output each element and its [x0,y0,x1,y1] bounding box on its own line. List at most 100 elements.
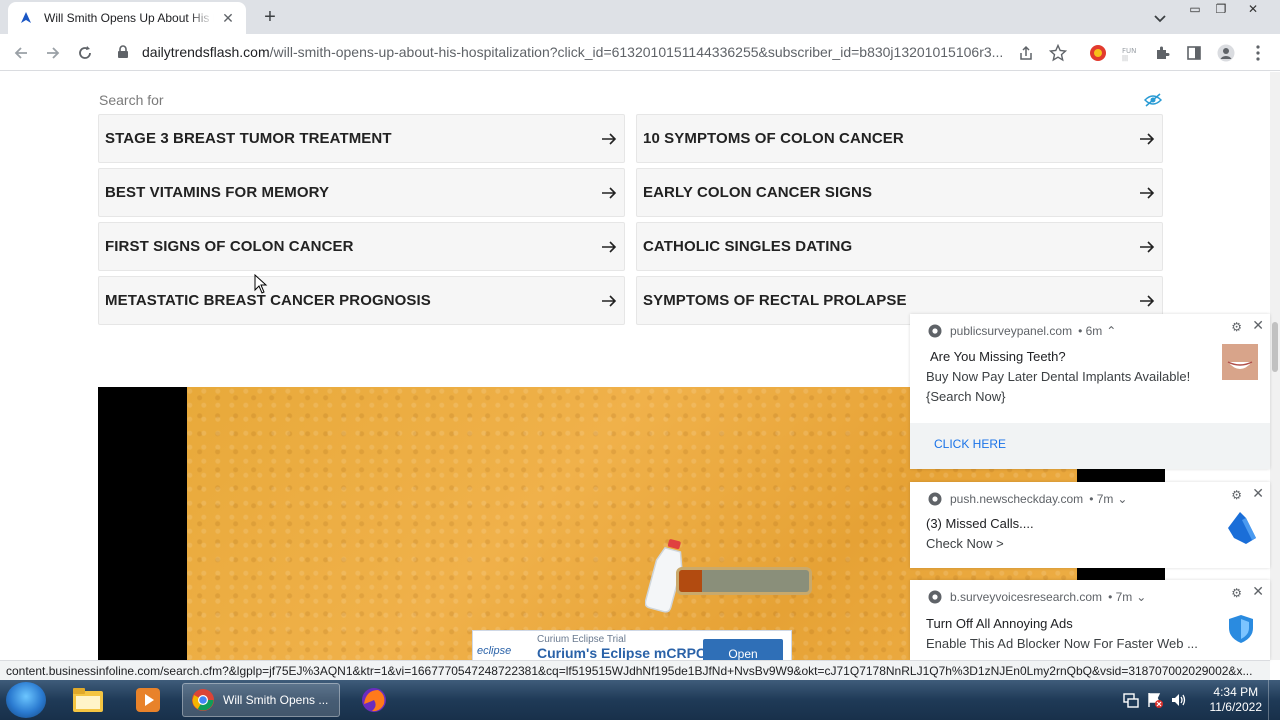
notification-body: Check Now > [926,536,1004,551]
search-result-item[interactable]: 10 SYMPTOMS OF COLON CANCER [636,114,1163,163]
start-button[interactable] [6,682,46,718]
forward-button[interactable] [40,40,66,66]
tab-title: Will Smith Opens Up About His Hospitaliz… [44,11,214,25]
chevron-down-icon[interactable]: ⌄ [1136,590,1146,604]
extensions-puzzle-icon[interactable] [1152,43,1172,63]
tab-active[interactable]: Will Smith Opens Up About His Hospitaliz… [8,2,246,34]
notification-close-icon[interactable]: ✕ [1252,583,1264,600]
media-player-taskbar-button[interactable] [126,683,170,717]
share-icon[interactable] [1016,43,1036,63]
notification-close-icon[interactable]: ✕ [1252,485,1264,502]
notification-header: publicsurveypanel.com • 6m ⌃ [928,324,1116,338]
media-player-icon [136,688,160,712]
notification-header: b.surveyvoicesresearch.com • 7m ⌄ [928,590,1146,604]
extension-fun-icon[interactable]: FUN ||| [1120,43,1140,63]
arrow-right-icon [47,47,60,59]
adchoices-eye-icon[interactable] [1143,93,1163,112]
menu-kebab-icon[interactable] [1248,43,1268,63]
search-result-label: BEST VITAMINS FOR MEMORY [105,184,330,201]
explorer-taskbar-button[interactable] [66,683,110,717]
search-for-label: Search for [99,92,164,108]
chrome-icon [928,324,942,338]
chrome-icon [928,590,942,604]
lock-icon[interactable] [117,45,129,64]
taskbar-clock[interactable]: 4:34 PM 11/6/2022 [1210,685,1263,715]
browser-toolbar: dailytrendsflash.com/will-smith-opens-up… [0,34,1280,71]
arrow-right-icon [602,132,617,145]
profile-avatar-icon[interactable] [1216,43,1236,63]
notification-title: Turn Off All Annoying Ads [926,616,1073,631]
arrow-left-icon [14,47,27,59]
side-panel-icon[interactable] [1184,43,1204,63]
minimize-button[interactable]: ▭ [1184,2,1206,18]
search-result-label: STAGE 3 BREAST TUMOR TREATMENT [105,130,392,147]
restore-button[interactable]: ❐ [1210,2,1232,18]
search-result-label: FIRST SIGNS OF COLON CANCER [105,238,354,255]
notification-card[interactable]: b.surveyvoicesresearch.com • 7m ⌄ ⚙ ✕ Tu… [910,580,1270,660]
notification-source: publicsurveypanel.com [950,324,1073,338]
chrome-taskbar-button[interactable]: Will Smith Opens ... [182,683,340,717]
status-bar-url: content.businessinfoline.com/search.cfm?… [0,660,1270,680]
notification-source: b.surveyvoicesresearch.com [950,590,1103,604]
notification-title: Are You Missing Teeth? [930,349,1066,364]
clock-date: 11/6/2022 [1209,700,1263,714]
back-button[interactable] [8,40,34,66]
chrome-taskbar-label: Will Smith Opens ... [223,693,329,707]
notification-settings-icon[interactable]: ⚙ [1231,586,1242,600]
notification-settings-icon[interactable]: ⚙ [1231,488,1242,502]
chrome-icon [928,492,942,506]
network-icon[interactable] [1122,691,1140,709]
notification-body: {Search Now} [926,389,1006,404]
notification-header: push.newscheckday.com • 7m ⌄ [928,492,1127,506]
chevron-down-icon[interactable]: ⌄ [1117,492,1127,506]
scroll-thumb[interactable] [1272,322,1278,372]
fill-progress-bar [676,567,812,595]
new-tab-button[interactable]: + [258,6,282,30]
arrow-right-icon [1140,240,1155,253]
notification-card[interactable]: push.newscheckday.com • 7m ⌄ ⚙ ✕ (3) Mis… [910,482,1270,568]
volume-icon[interactable] [1170,691,1188,709]
clock-time: 4:34 PM [1213,685,1259,699]
tab-search-button[interactable] [1150,8,1170,28]
arrow-right-icon [1140,186,1155,199]
ad-open-button[interactable]: Open [703,639,783,660]
action-center-flag-icon[interactable] [1146,691,1164,709]
search-result-label: CATHOLIC SINGLES DATING [643,238,853,255]
ad-banner[interactable]: eclipse Curium Eclipse Trial Curium's Ec… [472,630,792,660]
click-here-button[interactable]: CLICK HERE [934,437,1006,451]
blue-phone-icon [1228,512,1256,544]
notification-title: (3) Missed Calls.... [926,516,1034,531]
bookmark-star-icon[interactable] [1048,43,1068,63]
folder-icon [73,688,103,712]
mouse-cursor-icon [254,274,268,294]
notification-time: • 7m [1108,590,1133,604]
ad-title: Curium's Eclipse mCRPC [537,645,707,660]
notification-settings-icon[interactable]: ⚙ [1231,320,1242,334]
search-result-label: EARLY COLON CANCER SIGNS [643,184,873,201]
search-result-item[interactable]: STAGE 3 BREAST TUMOR TREATMENT [98,114,625,163]
extension-red-icon[interactable] [1088,43,1108,63]
search-result-item[interactable]: BEST VITAMINS FOR MEMORY [98,168,625,217]
page-scrollbar[interactable] [1270,72,1280,660]
svg-text:FUN: FUN [1122,47,1136,55]
chevron-up-icon[interactable]: ⌃ [1106,324,1116,338]
video-bar [1077,470,1165,482]
search-result-item[interactable]: EARLY COLON CANCER SIGNS [636,168,1163,217]
chevron-down-icon [1154,15,1166,23]
arrow-right-icon [602,186,617,199]
reload-button[interactable] [72,40,98,66]
notification-time: • 6m [1078,324,1103,338]
search-result-item[interactable]: CATHOLIC SINGLES DATING [636,222,1163,271]
firefox-taskbar-button[interactable] [352,683,396,717]
search-result-item[interactable]: FIRST SIGNS OF COLON CANCER [98,222,625,271]
show-desktop-button[interactable] [1268,680,1280,720]
address-bar[interactable]: dailytrendsflash.com/will-smith-opens-up… [142,44,1010,60]
notification-close-icon[interactable]: ✕ [1252,317,1264,334]
close-window-button[interactable]: ✕ [1242,2,1264,18]
arrow-right-icon [1140,294,1155,307]
firefox-icon [362,688,386,712]
notification-card[interactable]: publicsurveypanel.com • 6m ⌃ ⚙ ✕ Are You… [910,314,1270,469]
search-result-item[interactable]: METASTATIC BREAST CANCER PROGNOSIS [98,276,625,325]
tab-close-icon[interactable]: ✕ [220,10,236,26]
site-favicon-icon [18,10,34,26]
